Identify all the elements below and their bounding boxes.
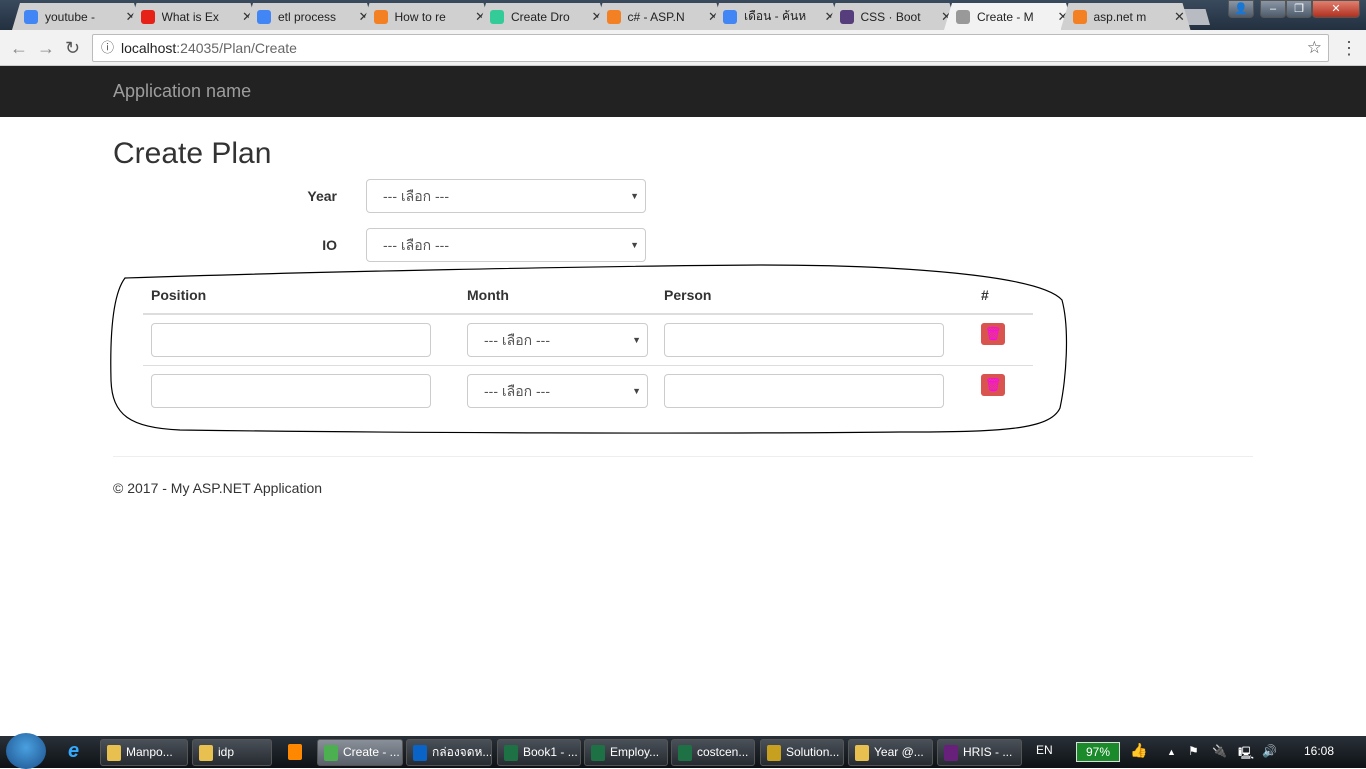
tab-title: Create Dro [511, 9, 570, 24]
app-icon [413, 744, 427, 761]
delete-row-button[interactable]: 🗑 [981, 323, 1005, 345]
internet-explorer-icon[interactable]: e [68, 740, 79, 763]
tab-title: How to re [394, 9, 446, 24]
chevron-down-icon: ▼ [632, 335, 641, 345]
tab-title: youtube - [45, 9, 96, 24]
app-icon [199, 744, 213, 761]
taskbar-item-label: กล่องจดห... [432, 745, 492, 759]
media-player-icon[interactable] [288, 744, 302, 760]
tab-title: etl process [278, 9, 337, 24]
taskbar-item-label: Employ... [610, 745, 660, 759]
taskbar-item-label: Manpo... [126, 745, 173, 759]
taskbar-item-label: HRIS - ... [963, 745, 1013, 759]
taskbar-item[interactable]: Book1 - ... [497, 739, 581, 766]
taskbar-item[interactable]: กล่องจดห... [406, 739, 492, 766]
taskbar-item[interactable]: Create - ... [317, 739, 403, 766]
flag-icon[interactable]: ⚑ [1188, 744, 1199, 758]
taskbar-item[interactable]: Employ... [584, 739, 668, 766]
volume-icon[interactable]: 🔊 [1262, 744, 1277, 758]
person-input[interactable] [664, 374, 944, 408]
taskbar-item[interactable]: costcen... [671, 739, 755, 766]
position-input[interactable] [151, 374, 431, 408]
page-icon [956, 10, 970, 24]
google-icon [24, 10, 38, 24]
taskbar-item[interactable]: idp [192, 739, 272, 766]
taskbar-item-label: Create - ... [343, 745, 400, 759]
app-icon [767, 744, 781, 761]
action-center-icon[interactable]: 👍 [1130, 742, 1147, 759]
bootstrap-icon [840, 10, 854, 24]
taskbar-item-label: costcen... [697, 745, 749, 759]
app-icon [107, 744, 121, 761]
taskbar-item[interactable]: HRIS - ... [937, 739, 1022, 766]
taskbar-item-label: Solution... [786, 745, 840, 759]
google-icon [723, 10, 737, 24]
header-position: Position [151, 287, 207, 303]
taskbar-item-label: Year @... [874, 745, 924, 759]
person-input[interactable] [664, 323, 944, 357]
chevron-down-icon: ▼ [632, 386, 641, 396]
google-icon [257, 10, 271, 24]
taskbar: e EN 👍 ▲ ⚑ 🔌 🖳 🔊 16:08 Manpo... idp Create… [0, 733, 1366, 769]
browser-tab[interactable]: How to re ✕ [362, 3, 492, 30]
app-icon [944, 744, 958, 761]
tab-title: c# - ASP.N [627, 9, 685, 24]
browser-tab[interactable]: Create - M ✕ [944, 3, 1074, 30]
month-select-value: --- เลือก --- [484, 383, 551, 399]
taskbar-item-label: idp [218, 745, 235, 759]
network-icon[interactable]: 🖳 [1238, 744, 1254, 765]
browser-tab[interactable]: เดือน - ค้นห ✕ [711, 3, 841, 30]
position-input[interactable] [151, 323, 431, 357]
tab-title: asp.net m [1093, 9, 1147, 24]
tab-title: Create - M [977, 9, 1034, 24]
tab-title: CSS · Boot [860, 9, 921, 24]
footer-text: © 2017 - My ASP.NET Application [113, 480, 323, 496]
tab-title: What is Ex [161, 9, 219, 24]
row-divider [143, 365, 1033, 366]
taskbar-item[interactable]: Year @... [848, 739, 933, 766]
header-person: Person [664, 287, 712, 303]
browser-tab[interactable]: c# - ASP.N ✕ [595, 3, 725, 30]
stackoverflow-icon [374, 10, 388, 24]
tab-title: เดือน - ค้นห [744, 9, 807, 23]
app-icon [678, 744, 692, 761]
footer-divider [113, 456, 1253, 457]
month-select[interactable]: --- เลือก --- ▼ [467, 323, 648, 357]
app-icon [591, 744, 605, 761]
trash-icon: 🗑 [984, 377, 1002, 392]
youtube-icon [141, 10, 155, 24]
browser-tab[interactable]: CSS · Boot ✕ [828, 3, 958, 30]
show-hidden-icons[interactable]: ▲ [1167, 747, 1176, 757]
trash-icon: 🗑 [984, 326, 1002, 341]
taskbar-item[interactable]: Manpo... [100, 739, 188, 766]
taskbar-item-label: Book1 - ... [523, 745, 578, 759]
app-icon [324, 744, 338, 761]
stackoverflow-icon [607, 10, 621, 24]
delete-row-button[interactable]: 🗑 [981, 374, 1005, 396]
stackoverflow-icon [1073, 10, 1087, 24]
browser-tab[interactable]: What is Ex ✕ [129, 3, 259, 30]
app-icon [855, 744, 869, 761]
browser-tab[interactable]: youtube - ✕ [12, 3, 142, 30]
power-icon[interactable]: 🔌 [1212, 744, 1227, 758]
clock[interactable]: 16:08 [1304, 744, 1334, 758]
app-icon [504, 744, 518, 761]
language-indicator[interactable]: EN [1036, 743, 1053, 757]
browser-tab[interactable]: Create Dro ✕ [478, 3, 608, 30]
colorful-logo-icon [490, 10, 504, 24]
taskbar-item[interactable]: Solution... [760, 739, 844, 766]
header-actions: # [981, 287, 989, 303]
month-select-value: --- เลือก --- [484, 332, 551, 348]
battery-indicator[interactable]: 97% [1076, 742, 1120, 762]
month-select[interactable]: --- เลือก --- ▼ [467, 374, 648, 408]
start-button[interactable] [6, 733, 46, 769]
browser-tab[interactable]: etl process ✕ [245, 3, 375, 30]
browser-tab[interactable]: asp.net m ✕ [1061, 3, 1191, 30]
table-header-divider [143, 313, 1033, 315]
header-month: Month [467, 287, 509, 303]
